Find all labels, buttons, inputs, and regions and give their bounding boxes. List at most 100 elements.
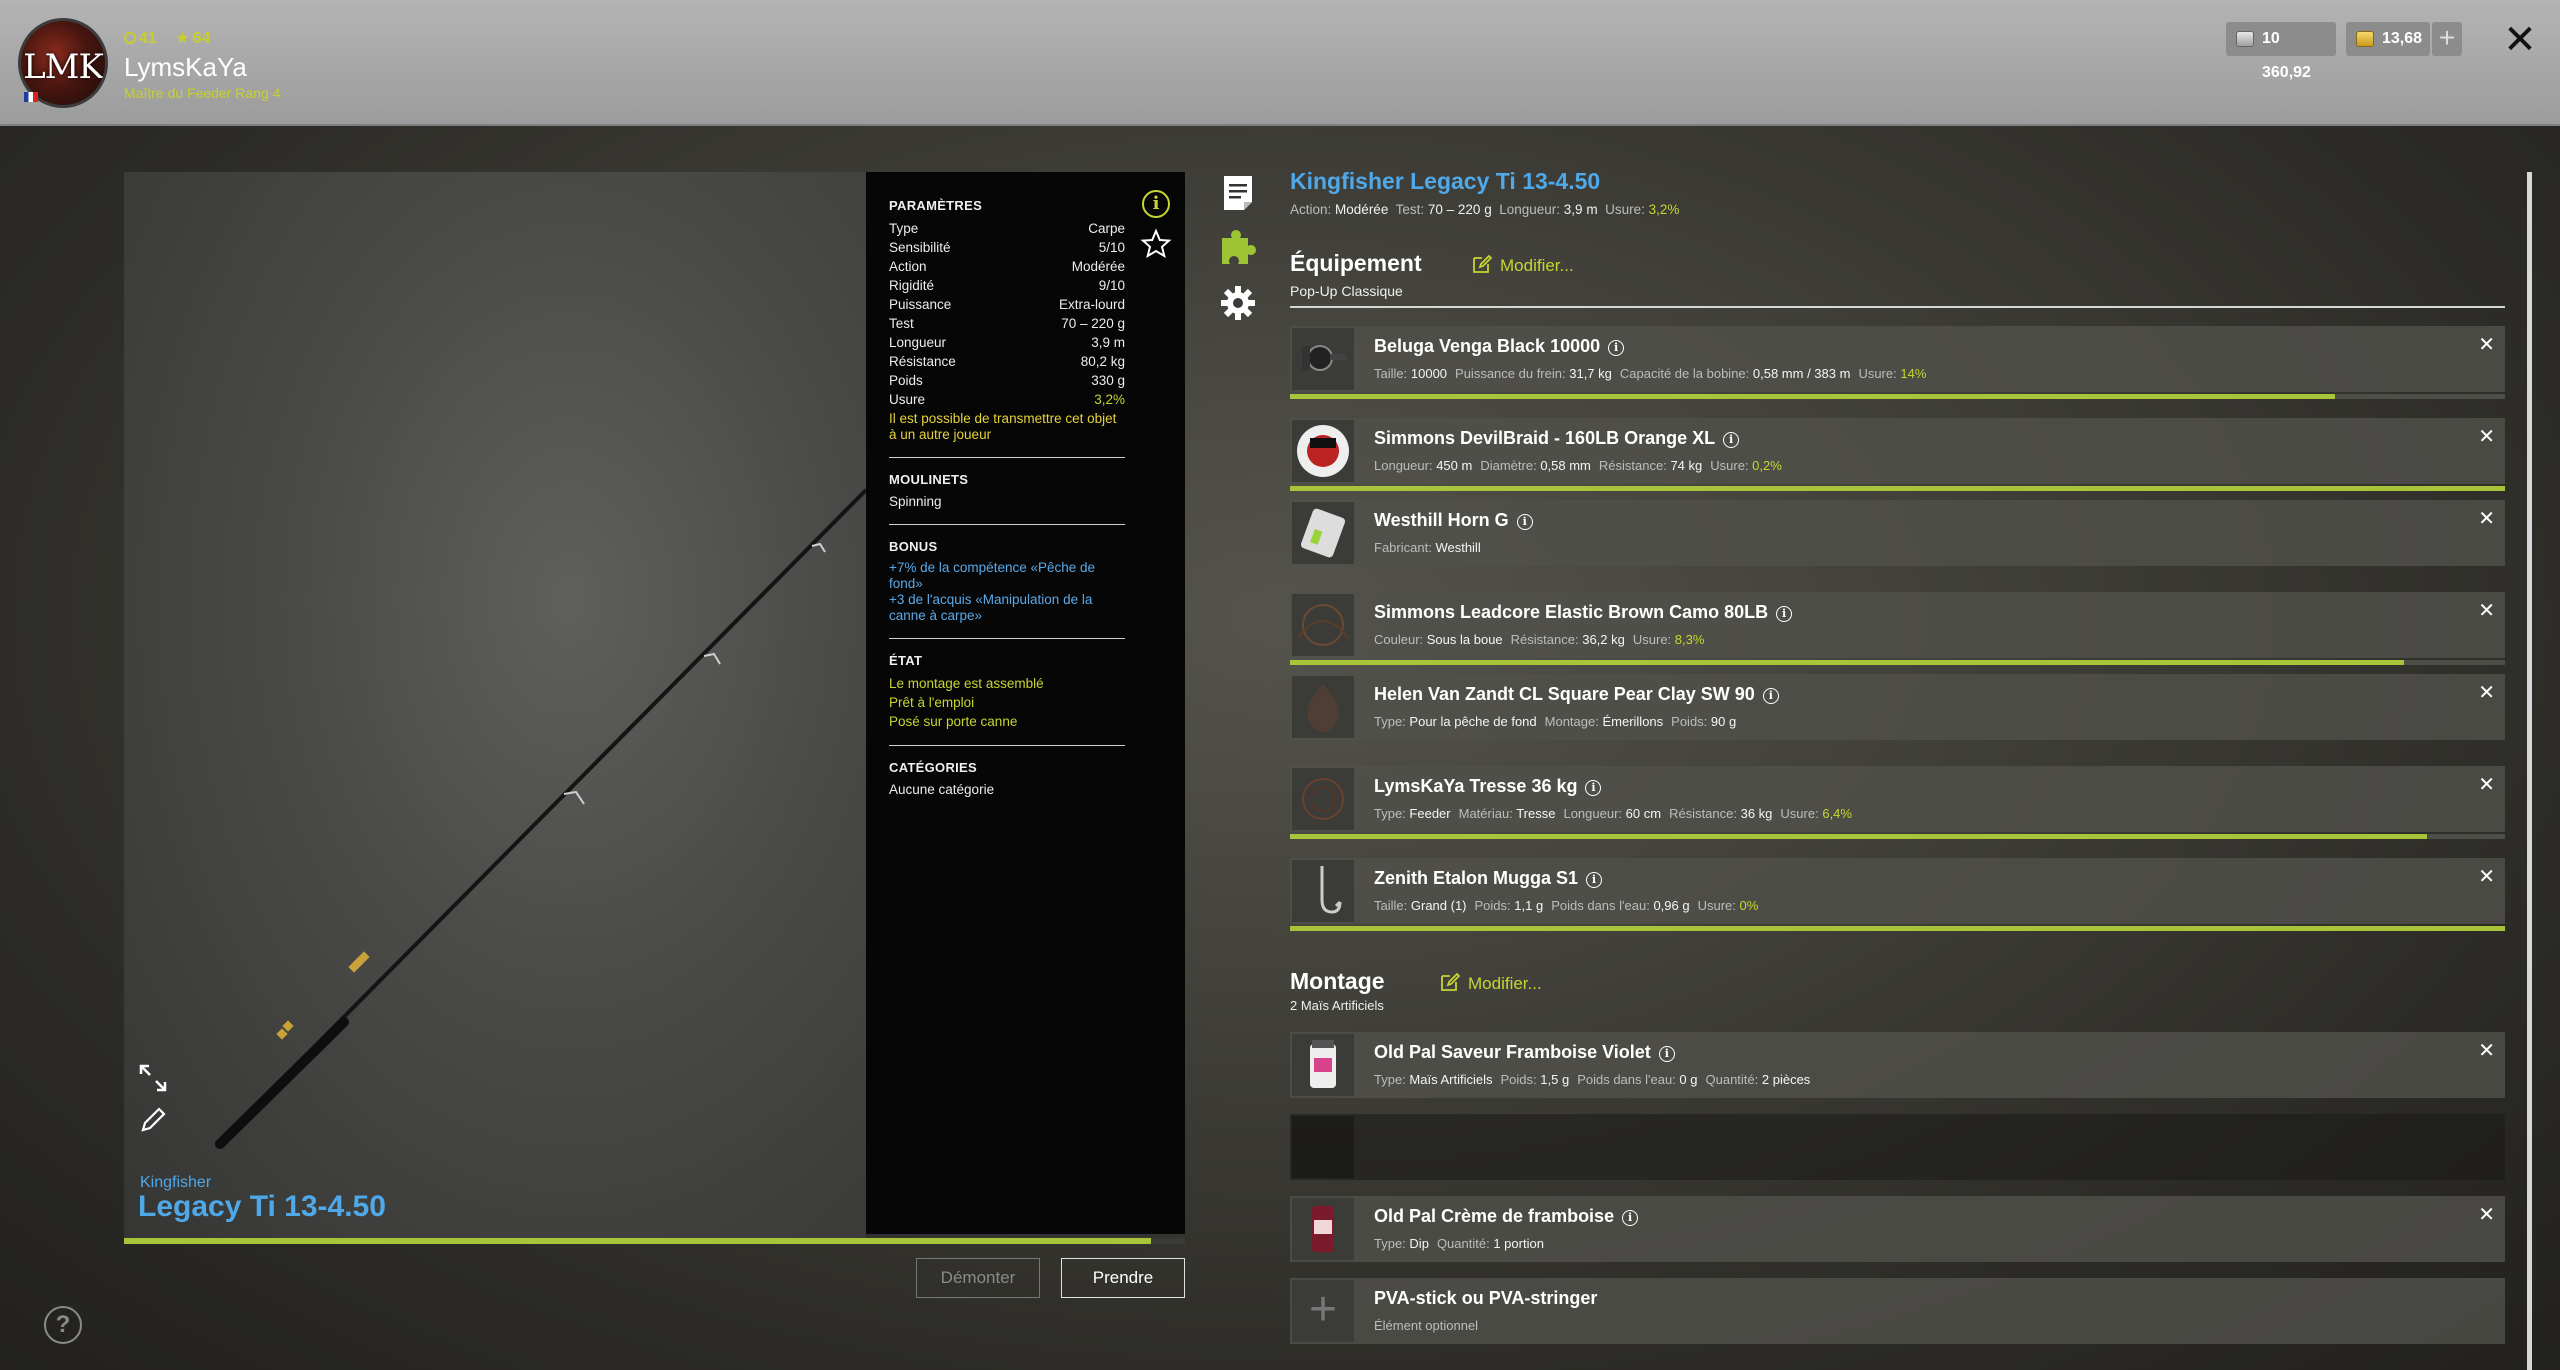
section-divider xyxy=(1290,306,2505,308)
equipment-item[interactable]: LymsKaYa Tresse 36 kg i Type: Feeder Matéri… xyxy=(1290,766,2505,832)
gold-balance: 13,68 xyxy=(2346,22,2430,56)
help-icon[interactable]: ? xyxy=(44,1306,82,1344)
wear-label: Usure: xyxy=(1632,632,1672,647)
equipment-item[interactable]: Simmons DevilBraid - 160LB Orange XL i Lon… xyxy=(1290,418,2505,484)
detail-value: 36,2 kg xyxy=(1582,632,1625,647)
player-rank: Maître du Feeder Rang 4 xyxy=(124,85,281,101)
document-icon[interactable] xyxy=(1222,174,1254,212)
info-small-icon[interactable]: i xyxy=(1723,432,1740,448)
info-small-icon[interactable]: i xyxy=(1762,688,1779,704)
equipment-item[interactable]: Old Pal Crème de framboise i Type: Dip Quan… xyxy=(1290,1196,2505,1262)
expand-icon[interactable] xyxy=(137,1062,169,1094)
equipment-item[interactable]: Helen Van Zandt CL Square Pear Clay SW 9… xyxy=(1290,674,2505,740)
montage-modify-button[interactable]: Modifier... xyxy=(1440,972,1542,994)
detail-label: Longueur: xyxy=(1374,458,1433,473)
plus-icon: + xyxy=(1292,1280,1354,1342)
info-small-icon[interactable]: i xyxy=(1586,872,1603,888)
detail-value: 31,7 kg xyxy=(1569,366,1612,381)
info-icon[interactable]: i xyxy=(1142,190,1170,218)
parameter-label: Puissance xyxy=(889,297,952,312)
divider xyxy=(889,524,1125,525)
item-details: Type: Pour la pêche de fond Montage: Émer… xyxy=(1374,714,1744,729)
item-name: Helen Van Zandt CL Square Pear Clay SW 9… xyxy=(1374,684,1779,705)
pencil-icon[interactable] xyxy=(137,1104,169,1136)
equipment-item[interactable]: Zenith Etalon Mugga S1 i Taille: Grand (1)… xyxy=(1290,858,2505,924)
detail-label: Longueur: xyxy=(1563,806,1623,821)
edit-icon xyxy=(1441,972,1460,991)
item-details: Type: Feeder Matériau: Tresse Longueur: 60… xyxy=(1374,806,1852,821)
bonus-heading: BONUS xyxy=(889,539,938,554)
remove-item-icon[interactable]: ✕ xyxy=(2478,864,2495,889)
info-small-icon[interactable]: i xyxy=(1516,514,1533,530)
detail-value: 1 portion xyxy=(1493,1236,1544,1251)
parameter-value: Modérée xyxy=(1071,259,1125,274)
close-icon[interactable]: ✕ xyxy=(2500,20,2540,60)
detail-value: 10000 xyxy=(1410,366,1448,381)
parameter-label: Sensibilité xyxy=(889,240,951,255)
parameter-label: Action xyxy=(889,259,927,274)
bite-alarm-icon xyxy=(1292,502,1354,564)
detail-label: Résistance: xyxy=(1669,806,1737,821)
scrollbar[interactable] xyxy=(2527,172,2532,1370)
remove-item-icon[interactable]: ✕ xyxy=(2478,506,2495,531)
bonus-line: +3 de l'acquis «Manipulation de la canne… xyxy=(889,592,1093,623)
item-name-text: Old Pal Saveur Framboise Violet xyxy=(1374,1042,1651,1062)
montage-heading: Montage xyxy=(1290,968,1385,994)
detail-label: Quantité: xyxy=(1705,1072,1759,1087)
detail-value: Westhill xyxy=(1435,540,1481,555)
detail-label: Matériau: xyxy=(1458,806,1513,821)
dip-bottle-icon xyxy=(1292,1198,1354,1260)
add-currency-button[interactable]: + xyxy=(2432,22,2462,56)
detail-value: 450 m xyxy=(1436,458,1473,473)
item-wear-bar xyxy=(1290,926,2505,931)
sinker-icon xyxy=(1292,676,1354,738)
remove-item-icon[interactable]: ✕ xyxy=(2478,772,2495,797)
remove-item-icon[interactable]: ✕ xyxy=(2478,424,2495,449)
pva-slot[interactable]: + PVA-stick ou PVA-stringer Élément option… xyxy=(1290,1278,2505,1344)
parameter-label: Résistance xyxy=(889,354,956,369)
wear-value: 14% xyxy=(1900,366,1927,381)
dismantle-button[interactable]: Démonter xyxy=(916,1258,1040,1298)
item-details: Taille: Grand (1) Poids: 1,1 g Poids dans … xyxy=(1374,898,1758,913)
detail-value: Tresse xyxy=(1516,806,1556,821)
item-details: Type: Maïs Artificiels Poids: 1,5 g Poids … xyxy=(1374,1072,1818,1087)
parameters-panel: PARAMÈTRES Type Carpe Sensibilité 5/10 Actio… xyxy=(866,172,1185,1234)
info-small-icon[interactable]: i xyxy=(1585,780,1602,796)
state-line: Prêt à l'emploi xyxy=(889,695,975,710)
take-button[interactable]: Prendre xyxy=(1061,1258,1185,1298)
equipment-item[interactable]: Beluga Venga Black 10000 i Taille: 10000 Pu… xyxy=(1290,326,2505,392)
detail-label: Montage: xyxy=(1544,714,1599,729)
puzzle-icon[interactable] xyxy=(1218,228,1258,268)
remove-item-icon[interactable]: ✕ xyxy=(2478,1038,2495,1063)
item-name-text: Old Pal Crème de framboise xyxy=(1374,1206,1615,1226)
remove-item-icon[interactable]: ✕ xyxy=(2478,680,2495,705)
info-small-icon[interactable]: i xyxy=(1622,1210,1639,1226)
parameters-list: Type Carpe Sensibilité 5/10 Action Modérée Rig… xyxy=(889,219,1125,409)
star-icon[interactable] xyxy=(1140,228,1172,260)
detail-label: Taille: xyxy=(1374,366,1408,381)
wear-label: Usure: xyxy=(1697,898,1736,913)
equipment-item[interactable]: Simmons Leadcore Elastic Brown Camo 80LB… xyxy=(1290,592,2505,658)
parameter-value: Extra-lourd xyxy=(1058,297,1125,312)
item-details: Taille: 10000 Puissance du frein: 31,7 kg… xyxy=(1374,366,1926,381)
detail-value: Dip xyxy=(1409,1236,1429,1251)
remove-item-icon[interactable]: ✕ xyxy=(2478,1202,2495,1227)
empty-slot-thumb xyxy=(1292,1116,1354,1178)
info-small-icon[interactable]: i xyxy=(1776,606,1793,622)
remove-item-icon[interactable]: ✕ xyxy=(2478,332,2495,357)
item-name: Westhill Horn G i xyxy=(1374,510,1533,531)
pva-subtitle: Élément optionnel xyxy=(1374,1318,1479,1333)
categories-value: Aucune catégorie xyxy=(889,782,995,797)
parameter-value: 5/10 xyxy=(1098,240,1125,255)
info-small-icon[interactable]: i xyxy=(1658,1046,1675,1062)
top-bar: LMK 41 ★ 64 LymsKaYa Maître du Feeder Ran… xyxy=(0,0,2560,126)
equipment-modify-button[interactable]: Modifier... xyxy=(1472,254,1574,276)
equipment-item[interactable]: Old Pal Saveur Framboise Violet i Type: Ma… xyxy=(1290,1032,2505,1098)
empty-slot[interactable] xyxy=(1290,1114,2505,1180)
parameter-label: Poids xyxy=(889,373,923,388)
remove-item-icon[interactable]: ✕ xyxy=(2478,598,2495,623)
parameter-label: Test xyxy=(889,316,914,331)
info-small-icon[interactable]: i xyxy=(1608,340,1625,356)
equipment-item[interactable]: Westhill Horn G i Fabricant: Westhill ✕ xyxy=(1290,500,2505,566)
gear-icon[interactable] xyxy=(1218,283,1258,323)
